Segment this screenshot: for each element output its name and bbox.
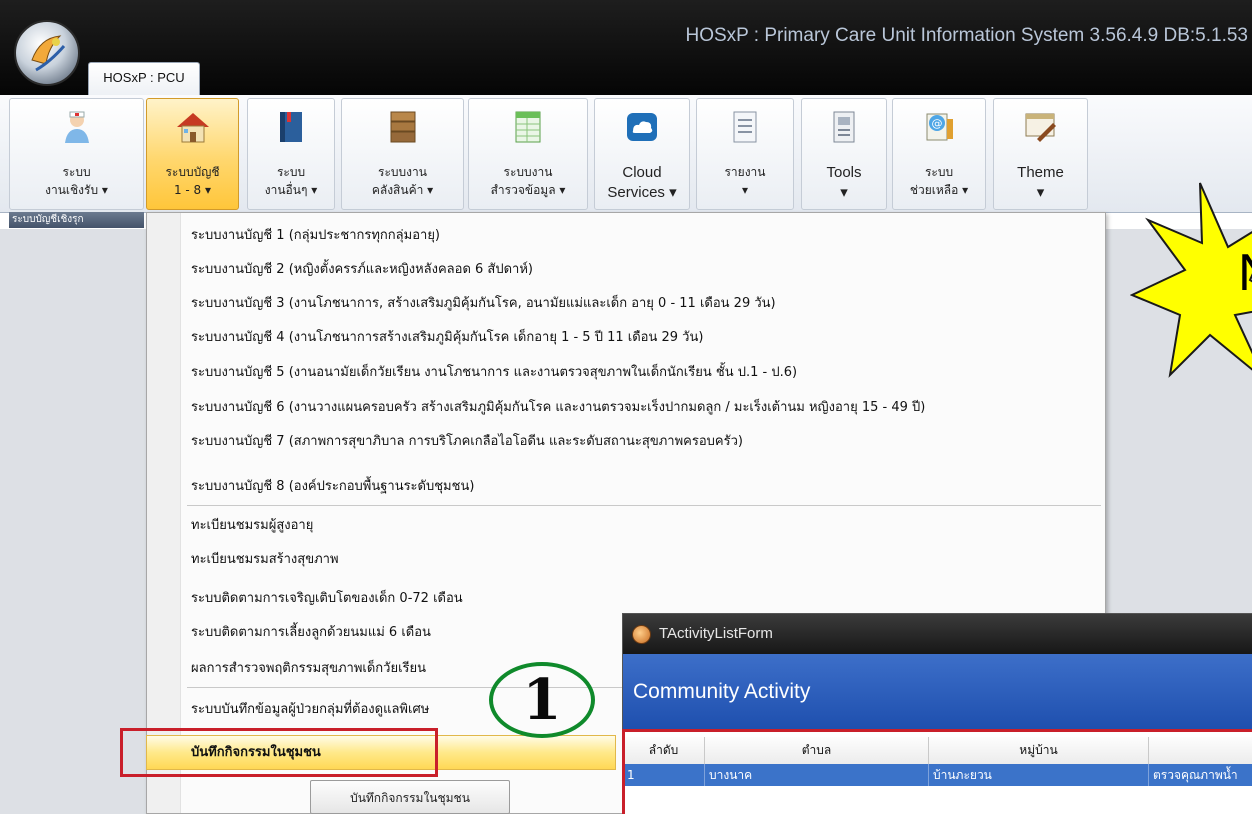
ribbon-button-tools[interactable]: Tools ▾ (801, 98, 887, 210)
form-title: TActivityListForm (659, 625, 773, 642)
step-number-badge: 1 (489, 662, 595, 738)
tools-icon (833, 111, 855, 143)
window-title: HOSxP : Primary Care Unit Information Sy… (685, 25, 1249, 46)
menu-item-account-8[interactable]: ระบบงานบัญชี 8 (องค์ประกอบพื้นฐานระดับชุ… (191, 472, 474, 502)
menu-gutter (147, 213, 181, 813)
form-app-icon (632, 625, 651, 644)
ribbon-button-label: Cloud Services ▾ (607, 164, 677, 201)
menu-item-elderly-club[interactable]: ทะเบียนชมรมผู้สูงอายุ (191, 511, 313, 541)
menu-item-account-5[interactable]: ระบบงานบัญชี 5 (งานอนามัยเด็กวัยเรียน งา… (191, 358, 797, 388)
nurse-icon (64, 111, 89, 143)
ribbon-button-label: ระบบบัญชี 1 - 8 ▾ (165, 165, 220, 197)
menu-item-special-care[interactable]: ระบบบันทึกข้อมูลผู้ป่วยกลุ่มที่ต้องดูแลพ… (191, 695, 429, 725)
ribbon-button-theme[interactable]: Theme ▾ (993, 98, 1088, 210)
svg-text:@: @ (932, 117, 943, 130)
ribbon-button-help[interactable]: @ ระบบ ช่วยเหลือ ▾ (892, 98, 986, 210)
step-number: 1 (522, 667, 562, 733)
ribbon-button-reports[interactable]: รายงาน ▾ (696, 98, 794, 210)
house-icon (176, 113, 209, 143)
ribbon-button-reactive[interactable]: ระบบ งานเชิงรับ ▾ (9, 98, 144, 210)
ribbon-button-cloud[interactable]: Cloud Services ▾ (594, 98, 690, 210)
form-header: Community Activity (623, 654, 1252, 730)
highlight-annotation-box (120, 728, 438, 777)
ribbon-button-label: รายงาน ▾ (724, 165, 766, 197)
menu-item-account-6[interactable]: ระบบงานบัญชี 6 (งานวางแผนครอบครัว สร้างเ… (191, 393, 925, 423)
ribbon-button-label: ระบบ ช่วยเหลือ ▾ (909, 165, 969, 197)
menu-item-account-7[interactable]: ระบบงานบัญชี 7 (สภาพการสุขาภิบาล การบริโ… (191, 427, 743, 457)
menu-item-account-4[interactable]: ระบบงานบัญชี 4 (งานโภชนาการสร้างเสริมภูม… (191, 323, 703, 353)
star-callout-text: N (1238, 243, 1252, 303)
menu-item-account-3[interactable]: ระบบงานบัญชี 3 (งานโภชนาการ, สร้างเสริมภ… (191, 289, 776, 319)
ribbon-group-label: ระบบบัญชีเชิงรุก (9, 212, 144, 228)
grid-annotation-box (622, 729, 1252, 814)
ribbon-button-other[interactable]: ระบบ งานอื่นๆ ▾ (247, 98, 335, 210)
boxes-icon (390, 111, 415, 143)
app-menu-orb-icon[interactable] (14, 20, 80, 86)
menu-item-child-growth[interactable]: ระบบติดตามการเจริญเติบโตของเด็ก 0-72 เดื… (191, 584, 463, 614)
ribbon-button-label: ระบบงาน สำรวจข้อมูล ▾ (490, 165, 566, 197)
menu-item-breastfeeding[interactable]: ระบบติดตามการเลี้ยงลูกด้วยนมแม่ 6 เดือน (191, 618, 431, 648)
ribbon-button-label: ระบบงาน คลังสินค้า ▾ (371, 165, 434, 197)
orb-logo-icon (31, 35, 66, 72)
ribbon-button-label: ระบบ งานเชิงรับ ▾ (45, 165, 108, 197)
cloud-icon (627, 113, 657, 141)
ribbon-button-label: ระบบ งานอื่นๆ ▾ (264, 165, 318, 197)
ribbon-button-accounts-1-8[interactable]: ระบบบัญชี 1 - 8 ▾ (146, 98, 239, 210)
menu-item-health-club[interactable]: ทะเบียนชมรมสร้างสุขภาพ (191, 545, 339, 575)
menu-item-school-health-survey[interactable]: ผลการสำรวจพฤติกรรมสุขภาพเด็กวัยเรียน (191, 654, 426, 684)
activity-list-form: TActivityListForm Community Activity ลำด… (622, 613, 1252, 814)
ribbon-button-warehouse[interactable]: ระบบงาน คลังสินค้า ▾ (341, 98, 464, 210)
tab-hosxp-pcu[interactable]: HOSxP : PCU (88, 62, 200, 95)
ribbon-button-label: Theme ▾ (1017, 164, 1064, 201)
spreadsheet-icon (515, 111, 541, 143)
theme-icon (1025, 113, 1056, 142)
menu-item-account-1[interactable]: ระบบงานบัญชี 1 (กลุ่มประชากรทุกกลุ่มอายุ… (191, 221, 440, 251)
ribbon-button-label: Tools ▾ (826, 164, 862, 201)
star-callout-icon (1130, 182, 1252, 378)
form-title-bar: TActivityListForm (623, 614, 1252, 654)
app-window: HOSxP : Primary Care Unit Information Sy… (0, 0, 1252, 814)
ribbon-button-survey[interactable]: ระบบงาน สำรวจข้อมูล ▾ (468, 98, 588, 210)
menu-separator (187, 505, 1101, 506)
menu-item-account-2[interactable]: ระบบงานบัญชี 2 (หญิงตั้งครรภ์และหญิงหลัง… (191, 255, 533, 285)
report-icon (733, 111, 757, 143)
help-icon: @ (926, 113, 953, 141)
community-activity-button[interactable]: บันทึกกิจกรรมในชุมชน (310, 780, 510, 814)
book-icon (280, 112, 302, 142)
